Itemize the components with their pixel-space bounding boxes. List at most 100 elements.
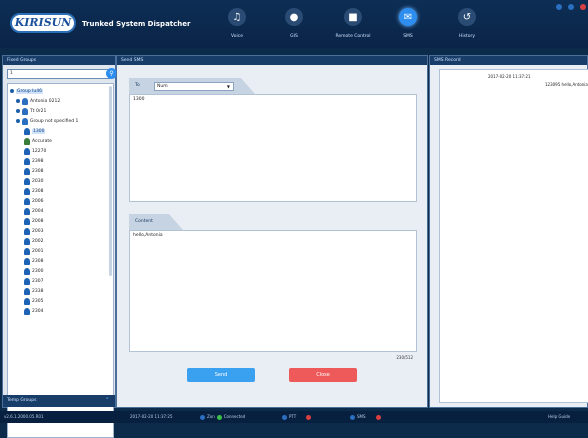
user-icon — [24, 217, 30, 225]
tree-scrollbar[interactable] — [109, 86, 112, 276]
expand-icon[interactable] — [16, 119, 20, 123]
tree-user-label: 2308 — [32, 258, 44, 264]
tree-user[interactable]: 2006 — [24, 196, 43, 206]
nav-sms[interactable]: ✉ SMS — [377, 5, 439, 47]
tree-user[interactable]: 2300 — [24, 266, 43, 276]
tree-user[interactable]: 2008 — [24, 216, 43, 226]
radio-icon — [24, 137, 30, 145]
content-tab: Content — [129, 214, 169, 230]
tree-user[interactable]: 2308 — [24, 186, 43, 196]
expand-icon[interactable] — [10, 89, 14, 93]
recipient-input[interactable]: 1300 — [129, 94, 417, 202]
close-window-button[interactable] — [580, 4, 586, 10]
nav-remote-control-label: Remote Control — [335, 34, 371, 39]
user-icon — [24, 207, 30, 215]
tree-group[interactable]: Group not specified 1 — [16, 116, 78, 126]
app-logo: KIRISUN — [10, 13, 76, 33]
tree-user[interactable]: 2308 — [24, 166, 43, 176]
tree-user-label: 2398 — [32, 158, 44, 164]
ptt-indicator-icon — [306, 414, 312, 420]
temp-groups-header[interactable]: Temp Groups ˄ — [3, 395, 115, 407]
nav-history[interactable]: ↺ History — [436, 5, 498, 47]
nav-remote-control[interactable]: ■ Remote Control — [322, 5, 384, 47]
user-icon — [24, 247, 30, 255]
tree-user[interactable]: 12270 — [24, 146, 46, 156]
chevron-down-icon: ▼ — [226, 84, 230, 89]
tree-user[interactable]: 2003 — [24, 226, 43, 236]
recipient-type-value: Num — [157, 84, 168, 89]
sms-icon — [350, 414, 355, 420]
tree-user-label: 2305 — [32, 298, 44, 304]
chevron-up-icon[interactable]: ˄ — [106, 395, 110, 407]
tree-user-label: 2307 — [32, 278, 44, 284]
tree-group[interactable]: Antonia 0212 — [16, 96, 60, 106]
connect-label: Connected — [223, 414, 246, 419]
sms-indicator-icon — [375, 414, 381, 420]
tree-user-label: 2004 — [32, 208, 44, 214]
recipient-type-select[interactable]: Num ▼ — [154, 82, 234, 91]
map-pin-icon: ● — [285, 8, 303, 26]
nav-voice[interactable]: ♫ Voice — [206, 5, 268, 47]
fixed-groups-header: Fixed Groups — [3, 56, 115, 65]
group-icon — [22, 97, 28, 105]
tree-group-label: Tt 0r21 — [30, 108, 47, 114]
tree-user-label: 2003 — [32, 228, 44, 234]
close-button[interactable]: Close — [289, 368, 357, 382]
send-button[interactable]: Send — [187, 368, 255, 382]
user-icon — [24, 307, 30, 315]
tree-user-label: 12270 — [32, 148, 47, 154]
nav-voice-label: Voice — [231, 34, 243, 39]
tree-user[interactable]: 2398 — [24, 156, 43, 166]
user-icon — [24, 287, 30, 295]
history-icon: ↺ — [458, 8, 476, 26]
zone-icon — [200, 414, 205, 420]
status-datetime: 2017-02-20 11:37:25 — [130, 414, 173, 419]
sms-record-header: SMS Record — [430, 56, 587, 65]
tree-user[interactable]: 2308 — [24, 256, 43, 266]
group-search-input[interactable]: 1 — [7, 69, 110, 79]
help-guide-link[interactable]: Help Guide — [548, 411, 570, 423]
tree-root[interactable]: Group lu46 — [10, 86, 43, 96]
tree-user-label: 2030 — [32, 178, 44, 184]
user-icon — [24, 167, 30, 175]
tree-group[interactable]: Tt 0r21 — [16, 106, 46, 116]
char-count: 230/512 — [396, 355, 413, 360]
group-icon — [22, 107, 28, 115]
tree-user-label: 2308 — [32, 168, 44, 174]
nav-history-label: History — [458, 34, 475, 39]
remote-control-icon: ■ — [344, 8, 362, 26]
user-icon — [24, 127, 30, 135]
group-tree: Group lu46 Antonia 0212 Tt 0r21 Group no… — [7, 83, 114, 438]
message-content-textarea[interactable]: hello,Antonia — [129, 230, 417, 352]
tab-slope — [241, 78, 255, 94]
tree-user[interactable]: 2307 — [24, 276, 43, 286]
version-text: v2.6.1.2000.05.R01 — [4, 414, 44, 419]
tree-user[interactable]: 2338 — [24, 286, 43, 296]
fixed-groups-panel: Fixed Groups 1 ⚲ Group lu46 Antonia 0212… — [2, 55, 117, 438]
nav-gis[interactable]: ● GIS — [263, 5, 325, 47]
tree-user[interactable]: 2001 — [24, 246, 43, 256]
user-icon — [24, 177, 30, 185]
tree-user-selected[interactable]: 1300 — [24, 126, 46, 136]
sms-record-panel: SMS Record 2017-02-20 11:37:21 123095 he… — [429, 55, 588, 408]
sms-label: SMS — [357, 414, 366, 419]
tree-user[interactable]: 2305 — [24, 296, 43, 306]
minimize-button[interactable] — [556, 4, 562, 10]
tree-user[interactable]: 2004 — [24, 206, 43, 216]
maximize-button[interactable] — [568, 4, 574, 10]
tree-user[interactable]: 2030 — [24, 176, 43, 186]
zone-label: Zon — [207, 414, 215, 419]
expand-icon[interactable] — [16, 99, 20, 103]
expand-icon[interactable] — [16, 109, 20, 113]
tree-user[interactable]: 2304 — [24, 306, 43, 316]
ptt-label: PTT — [289, 414, 297, 419]
tree-group-label: Antonia 0212 — [30, 98, 61, 104]
user-icon — [24, 257, 30, 265]
connection-status: Zon Connected — [200, 411, 245, 423]
tree-user[interactable]: Accurate — [24, 136, 52, 146]
tree-group-label: Group not specified 1 — [30, 118, 79, 124]
content-label: Content — [135, 219, 153, 224]
user-icon — [24, 147, 30, 155]
tree-user[interactable]: 2002 — [24, 236, 43, 246]
tree-user-label: 2304 — [32, 308, 44, 314]
